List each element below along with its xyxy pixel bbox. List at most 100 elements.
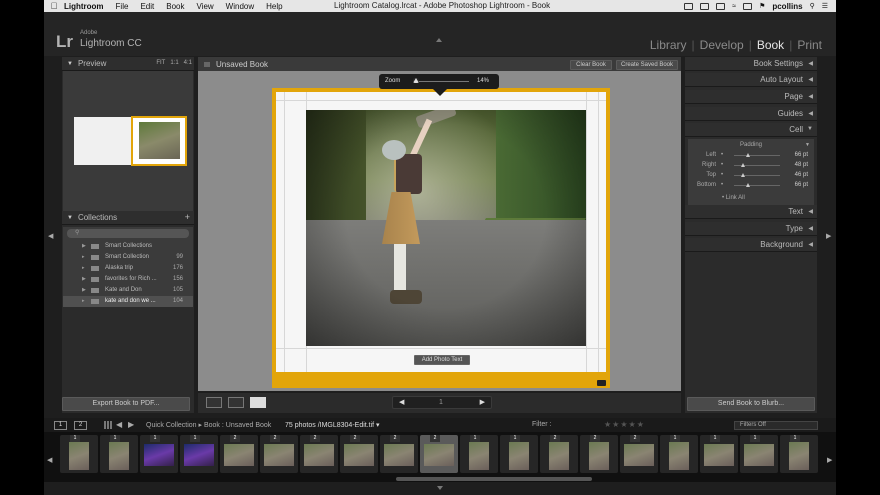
menu-file[interactable]: File <box>116 2 129 11</box>
link-icon[interactable]: • <box>721 152 723 158</box>
page-header[interactable]: Page ◀ <box>685 90 817 104</box>
photo-cell[interactable] <box>306 110 586 346</box>
filmstrip-thumbnail[interactable]: 1 <box>140 435 178 473</box>
menu-help[interactable]: Help <box>266 2 282 11</box>
collapse-arrow-icon[interactable]: ◀ <box>808 93 813 100</box>
collapse-arrow-icon[interactable]: ◀ <box>808 76 813 83</box>
module-book[interactable]: Book <box>757 38 784 52</box>
collection-item-selected[interactable]: ▸ kate and don we ... 104 <box>63 296 193 307</box>
add-photo-text-button[interactable]: Add Photo Text <box>414 355 470 365</box>
multi-page-view-button[interactable] <box>206 397 222 408</box>
secondary-window-button[interactable]: 2 <box>74 421 87 430</box>
padding-top-thumb[interactable] <box>741 173 746 177</box>
next-page-button[interactable]: ▶ <box>480 398 485 406</box>
collapse-arrow-icon[interactable]: ▼ <box>67 61 73 67</box>
rating-filter-stars-icon[interactable]: ★★★★★ <box>604 420 645 429</box>
previous-page-button[interactable]: ◀ <box>399 398 404 406</box>
module-print[interactable]: Print <box>797 38 822 52</box>
preview-4to1[interactable]: 4:1 <box>184 60 192 66</box>
filmstrip-thumbnail[interactable]: 2 <box>220 435 258 473</box>
page-options-icon[interactable] <box>597 380 606 386</box>
filmstrip-thumbnail[interactable]: 1 <box>500 435 538 473</box>
guides-header[interactable]: Guides ◀ <box>685 107 817 121</box>
filmstrip-thumbnail[interactable]: 1 <box>660 435 698 473</box>
spread-view-button[interactable] <box>228 397 244 408</box>
filmstrip-thumbnail[interactable]: 2 <box>260 435 298 473</box>
cell-header[interactable]: Cell ▼ <box>685 123 817 137</box>
export-book-to-pdf-button[interactable]: Export Book to PDF... <box>62 397 190 411</box>
disclosure-triangle-icon[interactable]: ▶ <box>82 276 86 282</box>
menu-app-name[interactable]: Lightroom <box>64 2 104 11</box>
padding-dropdown-icon[interactable]: ▼ <box>805 142 810 148</box>
filmstrip-thumbnail-selected[interactable]: 2 <box>420 435 458 473</box>
collapse-arrow-icon[interactable]: ◀ <box>808 110 813 117</box>
mail-icon[interactable] <box>700 2 710 10</box>
photo-count[interactable]: 75 photos /IMGL8304-Edit.tif ▾ <box>285 421 380 429</box>
filmstrip-thumbnail[interactable]: 2 <box>540 435 578 473</box>
padding-bottom-thumb[interactable] <box>745 183 750 187</box>
link-icon[interactable]: • <box>721 172 723 178</box>
filmstrip-thumbnail[interactable]: 1 <box>740 435 778 473</box>
padding-value[interactable]: 48 pt <box>795 162 808 168</box>
spotlight-search-icon[interactable]: ⚲ <box>810 2 815 10</box>
filmstrip-thumbnail[interactable]: 2 <box>340 435 378 473</box>
filmstrip-thumbnail[interactable]: 2 <box>620 435 658 473</box>
filmstrip-thumbnail[interactable]: 1 <box>700 435 738 473</box>
filmstrip-scroll-left-icon[interactable]: ◀ <box>47 456 52 464</box>
link-icon[interactable]: • <box>721 162 723 168</box>
disclosure-triangle-icon[interactable]: ▶ <box>82 287 86 293</box>
collection-item[interactable]: ▸ Alaska trip 176 <box>63 263 193 274</box>
collections-panel-header[interactable]: ▼ Collections + <box>62 211 194 225</box>
flag-icon[interactable]: ⚑ <box>759 2 765 10</box>
menu-edit[interactable]: Edit <box>140 2 154 11</box>
filmstrip-thumbnail[interactable]: 1 <box>180 435 218 473</box>
menu-view[interactable]: View <box>196 2 213 11</box>
filters-dropdown[interactable]: Filters Off <box>734 421 818 430</box>
collapse-arrow-icon[interactable]: ◀ <box>808 225 813 232</box>
back-arrow-icon[interactable]: ◀ <box>116 420 122 429</box>
background-header[interactable]: Background ◀ <box>685 238 817 252</box>
apple-icon[interactable]:  <box>44 1 64 11</box>
collapse-arrow-icon[interactable]: ◀ <box>808 60 813 67</box>
padding-right-thumb[interactable] <box>741 163 746 167</box>
user-name[interactable]: pcollins <box>772 2 802 11</box>
collections-search-input[interactable]: ⚲ <box>67 229 189 238</box>
filmstrip-thumbnail[interactable]: 1 <box>60 435 98 473</box>
padding-value[interactable]: 66 pt <box>795 182 808 188</box>
right-panel-toggle-icon[interactable]: ▶ <box>826 232 831 240</box>
text-header[interactable]: Text ◀ <box>685 205 817 219</box>
collection-item[interactable]: ▶ Kate and Don 105 <box>63 285 193 296</box>
forward-arrow-icon[interactable]: ▶ <box>128 420 134 429</box>
collection-item[interactable]: ▸ Smart Collection 99 <box>63 252 193 263</box>
module-library[interactable]: Library <box>650 38 687 52</box>
filmstrip-source[interactable]: Quick Collection ▸ Book : Unsaved Book <box>146 421 271 429</box>
padding-left-slider[interactable] <box>734 155 780 156</box>
main-window-button[interactable]: 1 <box>54 421 67 430</box>
module-develop[interactable]: Develop <box>700 38 744 52</box>
create-saved-book-button[interactable]: Create Saved Book <box>616 60 678 70</box>
zoom-slider-thumb[interactable] <box>413 78 419 83</box>
filmstrip-thumbnail[interactable]: 2 <box>300 435 338 473</box>
collection-item[interactable]: ▶ Smart Collections <box>63 241 193 252</box>
notification-center-icon[interactable]: ☰ <box>822 2 828 10</box>
filmstrip-scroll-right-icon[interactable]: ▶ <box>827 456 832 464</box>
book-page-selected[interactable]: Add Photo Text <box>272 88 610 388</box>
filmstrip-thumbnail[interactable]: 2 <box>380 435 418 473</box>
preview-panel-header[interactable]: ▼ Preview FIT 1:1 4:1 <box>62 57 194 71</box>
filmstrip-thumbnail[interactable]: 1 <box>100 435 138 473</box>
grid-view-icon[interactable] <box>104 421 112 429</box>
screen-record-icon[interactable] <box>684 2 694 10</box>
type-header[interactable]: Type ◀ <box>685 222 817 236</box>
collapse-arrow-icon[interactable]: ◀ <box>808 208 813 215</box>
filmstrip-thumbnail[interactable]: 2 <box>580 435 618 473</box>
clear-book-button[interactable]: Clear Book <box>570 60 612 70</box>
collection-item[interactable]: ▶ favorites for Rich ... 156 <box>63 274 193 285</box>
top-panel-toggle-icon[interactable] <box>436 38 442 42</box>
single-page-view-button[interactable] <box>250 397 266 408</box>
padding-value[interactable]: 46 pt <box>795 172 808 178</box>
filmstrip-thumbnail[interactable]: 1 <box>460 435 498 473</box>
bottom-panel-toggle-icon[interactable] <box>437 486 443 490</box>
preview-fit[interactable]: FIT <box>156 60 165 66</box>
menu-book[interactable]: Book <box>166 2 184 11</box>
preview-navigator[interactable] <box>63 71 193 211</box>
